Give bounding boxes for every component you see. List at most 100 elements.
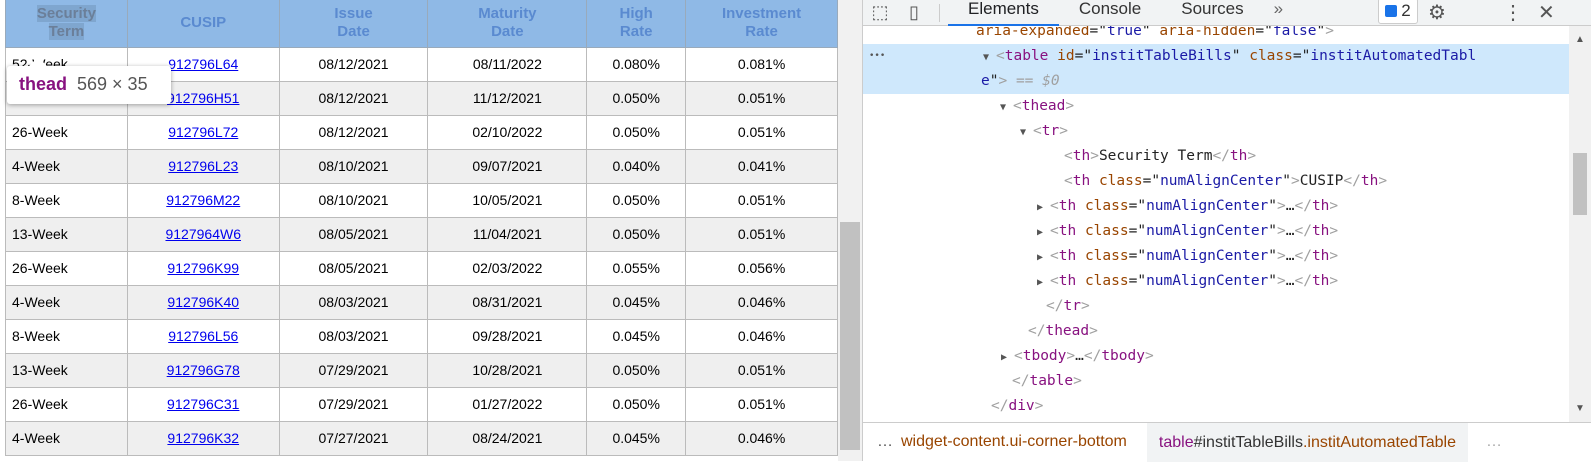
device-toolbar-icon[interactable]: ▯ — [897, 2, 931, 23]
cusip-link[interactable]: 912796M22 — [166, 192, 240, 208]
dom-node-line[interactable]: </thead> — [863, 319, 1569, 344]
cusip-link[interactable]: 9127964W6 — [165, 226, 241, 242]
dom-node-markup: <th class="numAlignCenter">…</th> — [1050, 273, 1339, 289]
tab-elements[interactable]: Elements — [948, 0, 1059, 26]
collapse-arrow-icon[interactable]: ▼ — [1000, 95, 1013, 120]
cusip-cell: 912796L23 — [126, 148, 280, 184]
dom-node-line[interactable]: <th>Security Term</th> — [863, 144, 1569, 169]
high-rate-cell: 0.050% — [586, 216, 687, 252]
table-row: 13-Week 9127964W6 08/05/2021 11/04/2021 0.05… — [5, 216, 838, 252]
dom-node-line[interactable]: ▶ <th class="numAlignCenter">…</th> — [863, 219, 1569, 244]
dom-node-line[interactable]: aria-expanded="true" aria-hidden="false"… — [863, 26, 1569, 44]
breadcrumb-item-table[interactable]: table#institTableBills.institAutomatedTa… — [1146, 422, 1468, 462]
cusip-cell: 912796L72 — [126, 114, 280, 150]
scroll-down-icon[interactable]: ▼ — [1569, 403, 1591, 414]
issue-date-cell: 08/12/2021 — [278, 114, 429, 150]
node-actions-icon[interactable]: ••• — [869, 44, 885, 69]
maturity-date-cell: 02/10/2022 — [427, 114, 588, 150]
dom-node-line[interactable]: </tr> — [863, 294, 1569, 319]
dom-node-markup: </thead> — [1028, 323, 1098, 339]
dom-node-markup: <tbody>…</tbody> — [1014, 348, 1154, 364]
collapse-arrow-icon[interactable]: ▼ — [983, 45, 996, 70]
dom-node-line[interactable]: </table> — [863, 369, 1569, 394]
column-header[interactable]: CUSIP — [126, 0, 280, 48]
column-header-text: Term — [48, 23, 85, 41]
dom-node-line[interactable]: ▼ <table id="institTableBills" class="ins… — [863, 44, 1569, 69]
cusip-link[interactable]: 912796L23 — [168, 158, 238, 174]
high-rate-cell: 0.050% — [586, 114, 687, 150]
breadcrumb-overflow-left[interactable]: … — [863, 433, 901, 451]
issue-date-cell: 08/12/2021 — [278, 46, 429, 82]
more-tabs-button[interactable]: » — [1264, 0, 1293, 26]
dom-node-markup: <th class="numAlignCenter">…</th> — [1050, 223, 1339, 239]
cusip-link[interactable]: 912796L64 — [168, 56, 238, 72]
dom-node-line[interactable]: </div> — [863, 394, 1569, 419]
tab-console[interactable]: Console — [1059, 0, 1161, 26]
expand-arrow-icon[interactable]: ▶ — [1037, 245, 1050, 270]
page-scrollbar[interactable] — [838, 0, 862, 461]
issue-date-cell: 08/05/2021 — [278, 250, 429, 286]
dom-tree-scroll-thumb[interactable] — [1573, 153, 1587, 215]
cusip-link[interactable]: 912796K32 — [167, 430, 239, 446]
investment-rate-cell: 0.046% — [685, 420, 838, 456]
column-header[interactable]: Issue Date — [278, 0, 429, 48]
dom-node-line[interactable]: ▼ <thead> — [863, 94, 1569, 119]
dom-node-line[interactable]: ▼ <tr> — [863, 119, 1569, 144]
table-row: 26-Week 912796L72 08/12/2021 02/10/2022 0.05… — [5, 114, 838, 150]
dom-node-markup: <th class="numAlignCenter">CUSIP</th> — [1064, 173, 1388, 189]
more-options-icon[interactable]: ⋮ — [1503, 0, 1523, 25]
cusip-cell: 912796K40 — [126, 284, 280, 320]
cusip-link[interactable]: 912796G78 — [167, 362, 240, 378]
cusip-link[interactable]: 912796L72 — [168, 124, 238, 140]
scroll-up-icon[interactable]: ▲ — [1569, 34, 1591, 45]
settings-gear-icon[interactable]: ⚙ — [1428, 0, 1446, 25]
dom-node-line[interactable]: ▶ <tbody>…</tbody> — [863, 344, 1569, 369]
close-devtools-icon[interactable]: ✕ — [1538, 0, 1555, 25]
breadcrumb-item-widget-content[interactable]: widget-content.ui-corner-bottom — [901, 433, 1147, 451]
investment-rate-cell: 0.056% — [685, 250, 838, 286]
cusip-link[interactable]: 912796L56 — [168, 328, 238, 344]
cusip-link[interactable]: 912796K99 — [167, 260, 239, 276]
breadcrumb-overflow-right[interactable]: … — [1468, 433, 1502, 451]
column-header[interactable]: Maturity Date — [427, 0, 588, 48]
high-rate-cell: 0.080% — [586, 46, 687, 82]
cusip-cell: 912796K99 — [126, 250, 280, 286]
issues-button[interactable]: 2 — [1378, 0, 1418, 24]
tab-sources[interactable]: Sources — [1161, 0, 1263, 26]
high-rate-cell: 0.050% — [586, 386, 687, 422]
cusip-link[interactable]: 912796K40 — [167, 294, 239, 310]
collapse-arrow-icon[interactable]: ▼ — [1020, 120, 1033, 145]
tooltip-tag: thead — [19, 74, 68, 94]
expand-arrow-icon[interactable]: ▶ — [1037, 195, 1050, 220]
cusip-link[interactable]: 912796C31 — [167, 396, 239, 412]
element-inspect-tooltip: thead 569 × 35 — [7, 57, 171, 104]
table-row: 4-Week 912796L23 08/10/2021 09/07/2021 0.040… — [5, 148, 838, 184]
dom-node-markup: </table> — [1012, 373, 1082, 389]
column-header[interactable]: Security Term — [5, 0, 128, 48]
dom-node-line[interactable]: <th class="numAlignCenter">CUSIP</th> — [863, 169, 1569, 194]
expand-arrow-icon[interactable]: ▶ — [1037, 270, 1050, 295]
expand-arrow-icon[interactable]: ▶ — [1037, 220, 1050, 245]
table-header: Security Term CUSIP Issue Date Maturity Date Hi… — [5, 0, 838, 48]
investment-rate-cell: 0.051% — [685, 216, 838, 252]
security-term-cell: 26-Week — [5, 114, 128, 150]
security-term-cell: 8-Week — [5, 318, 128, 354]
investment-rate-cell: 0.046% — [685, 284, 838, 320]
dom-node-line[interactable]: e"> == $0 — [863, 69, 1569, 94]
dom-node-line[interactable]: ▶ <th class="numAlignCenter">…</th> — [863, 269, 1569, 294]
cusip-link[interactable]: 912796H51 — [167, 90, 239, 106]
maturity-date-cell: 11/12/2021 — [427, 80, 588, 116]
column-header[interactable]: High Rate — [586, 0, 687, 48]
devtools-panel: ⬚ ▯ Elements Console Sources » 2 ⚙ ⋮ ✕ a… — [862, 0, 1591, 462]
expand-arrow-icon[interactable]: ▶ — [1001, 345, 1014, 370]
maturity-date-cell: 08/11/2022 — [427, 46, 588, 82]
table-row: 4-Week 912796K32 07/27/2021 08/24/2021 0.045… — [5, 420, 838, 456]
dom-node-line[interactable]: ▶ <th class="numAlignCenter">…</th> — [863, 194, 1569, 219]
dom-node-line[interactable]: ▶ <th class="numAlignCenter">…</th> — [863, 244, 1569, 269]
crumb-id: #institTableBills — [1193, 433, 1303, 451]
inspect-element-icon[interactable]: ⬚ — [863, 2, 897, 23]
column-header[interactable]: Investment Rate — [685, 0, 838, 48]
dom-tree-scrollbar[interactable]: ▲ ▼ — [1569, 26, 1591, 422]
maturity-date-cell: 01/27/2022 — [427, 386, 588, 422]
page-scrollbar-thumb[interactable] — [840, 222, 860, 450]
